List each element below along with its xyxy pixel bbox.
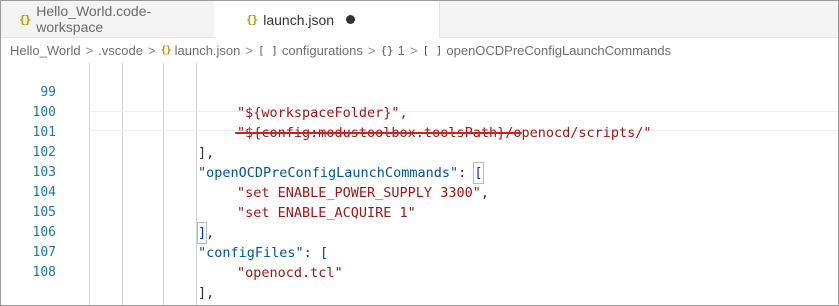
- code-line: 103 "set ENABLE_POWER_SUPPLY 3300",: [1, 143, 838, 201]
- breadcrumb-configurations[interactable]: configurations: [282, 43, 363, 58]
- code-text: "openocd.tcl": [237, 265, 343, 281]
- line-number: 108: [32, 265, 56, 280]
- breadcrumb-vscode[interactable]: .vscode: [98, 43, 143, 58]
- object-icon: {}: [380, 43, 394, 57]
- chevron-right-icon: >: [409, 42, 418, 58]
- code-text: ],: [198, 285, 215, 301]
- code-line: 104 "set ENABLE_ACQUIRE 1": [1, 163, 838, 221]
- chevron-right-icon: >: [147, 42, 156, 58]
- annotation-underline: [235, 132, 522, 134]
- tab-launch-json[interactable]: {} launch.json: [214, 1, 440, 38]
- breadcrumb-openocd-preconfig[interactable]: openOCDPreConfigLaunchCommands: [446, 43, 671, 58]
- json-file-icon: {}: [19, 12, 31, 26]
- code-line: 101 ],: [1, 103, 838, 161]
- chevron-right-icon: >: [367, 42, 376, 58]
- breadcrumb-hello-world[interactable]: Hello_World: [10, 43, 81, 58]
- chevron-right-icon: >: [245, 42, 253, 58]
- code-line: 100 "${config:modustoolbox.toolsPath}/op…: [1, 83, 838, 141]
- json-file-icon: {}: [246, 13, 258, 26]
- code-line: 107 "openocd.tcl": [1, 223, 838, 281]
- code-line: 105 ],: [1, 183, 838, 244]
- array-icon: [ ]: [422, 43, 443, 57]
- code-editor[interactable]: 99 "${workspaceFolder}", 100 "${config:m…: [1, 63, 838, 305]
- breadcrumb-launch-json[interactable]: launch.json: [175, 43, 241, 58]
- breadcrumb: Hello_World > .vscode > {} launch.json >…: [1, 38, 838, 62]
- tab-label: Hello_World.code-workspace: [36, 3, 152, 35]
- unsaved-dot-icon[interactable]: [346, 15, 356, 24]
- array-icon: [ ]: [258, 43, 278, 57]
- breadcrumb-item-1[interactable]: 1: [398, 43, 405, 58]
- code-line: 99 "${workspaceFolder}",: [1, 63, 838, 121]
- tab-bar: {} Hello_World.code-workspace {} launch.…: [1, 1, 838, 38]
- tab-label: launch.json: [263, 11, 335, 28]
- tab-hello-world-workspace[interactable]: {} Hello_World.code-workspace: [1, 1, 215, 37]
- editor-window: {} Hello_World.code-workspace {} launch.…: [0, 0, 839, 306]
- chevron-right-icon: >: [85, 42, 94, 58]
- json-file-icon: {}: [160, 44, 172, 56]
- code-line: 108 ],: [1, 243, 838, 301]
- code-line: 106 "configFiles": [: [1, 203, 838, 261]
